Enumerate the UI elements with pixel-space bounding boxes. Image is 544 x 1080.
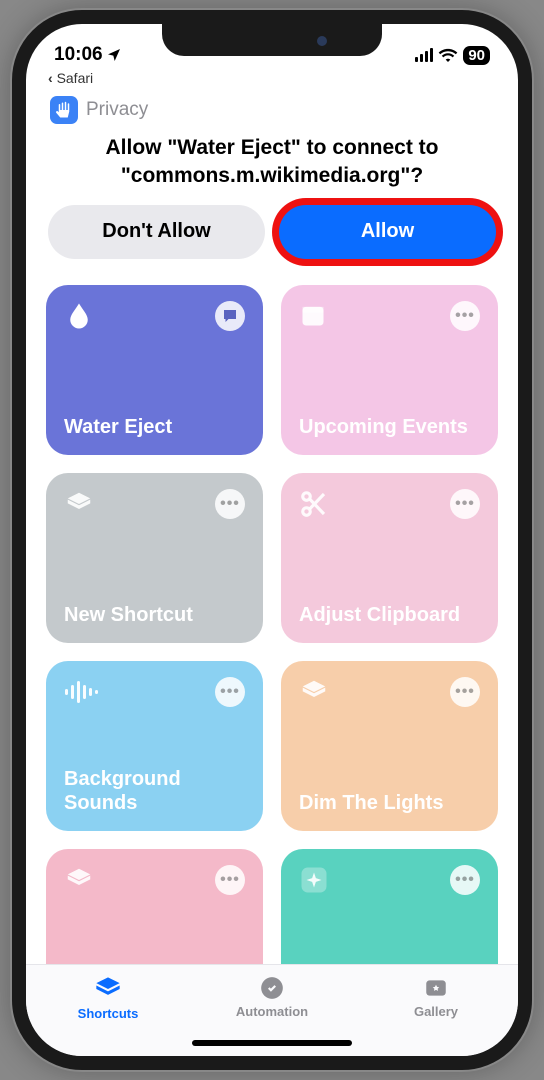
shortcut-tile-label: Dim The Lights	[299, 791, 480, 815]
layers-icon	[299, 677, 329, 707]
more-icon[interactable]: •••	[450, 677, 480, 707]
more-icon[interactable]: •••	[450, 301, 480, 331]
shortcut-tile[interactable]: ••• Adjust Clipboard	[281, 473, 498, 643]
permission-dialog-text: Allow "Water Eject" to connect to "commo…	[44, 132, 500, 205]
shortcuts-grid: Water Eject ••• Upcoming Events ••• New Shor…	[44, 275, 500, 1029]
audio-wave-icon	[64, 677, 98, 707]
shortcut-tile-label: Water Eject	[64, 415, 245, 439]
water-drop-icon	[64, 301, 94, 331]
shortcut-tile[interactable]: ••• New Shortcut	[46, 473, 263, 643]
shortcut-tile[interactable]: ••• Upcoming Events	[281, 285, 498, 455]
layers-icon	[94, 975, 122, 1003]
location-arrow-icon	[106, 47, 122, 63]
more-icon[interactable]: •••	[215, 677, 245, 707]
home-indicator[interactable]	[192, 1040, 352, 1046]
more-icon[interactable]: •••	[215, 865, 245, 895]
more-icon[interactable]: •••	[215, 489, 245, 519]
tab-gallery[interactable]: Gallery	[354, 975, 518, 1056]
notch	[162, 24, 382, 56]
shortcut-tile-label: Adjust Clipboard	[299, 603, 480, 627]
hand-privacy-icon	[50, 96, 78, 124]
shortcut-tile-label: Upcoming Events	[299, 415, 480, 439]
wifi-icon	[438, 48, 458, 62]
back-to-app[interactable]: Safari	[26, 70, 518, 86]
layers-icon	[64, 489, 94, 519]
gallery-icon	[423, 975, 449, 1001]
shortcut-tile[interactable]: ••• Dim The Lights	[281, 661, 498, 831]
allow-button[interactable]: Allow	[279, 205, 496, 259]
message-badge-icon[interactable]	[215, 301, 245, 331]
layers-icon	[64, 865, 94, 895]
privacy-label: Privacy	[86, 99, 148, 121]
tab-shortcuts[interactable]: Shortcuts	[26, 975, 190, 1056]
more-icon[interactable]: •••	[450, 865, 480, 895]
sparkle-icon	[299, 865, 329, 895]
privacy-header: Privacy	[44, 92, 500, 132]
scissors-icon	[299, 489, 329, 519]
battery-percent: 90	[463, 46, 490, 65]
status-time: 10:06	[54, 44, 103, 66]
dont-allow-button[interactable]: Don't Allow	[48, 205, 265, 259]
shortcut-tile-label: Background Sounds	[64, 767, 245, 815]
more-icon[interactable]: •••	[450, 489, 480, 519]
shortcut-tile[interactable]: Water Eject	[46, 285, 263, 455]
calendar-icon	[299, 301, 327, 329]
shortcut-tile-label: New Shortcut	[64, 603, 245, 627]
cellular-signal-icon	[415, 48, 433, 62]
phone-frame: 10:06 90 Safari Privacy Allow "Water Eje…	[12, 10, 532, 1070]
clock-check-icon	[259, 975, 285, 1001]
shortcut-tile[interactable]: ••• Background Sounds	[46, 661, 263, 831]
